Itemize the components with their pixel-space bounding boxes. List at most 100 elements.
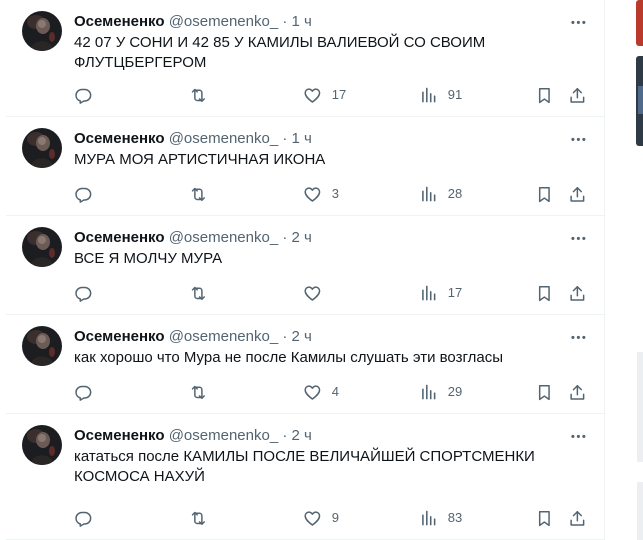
retweet-icon [189,509,208,528]
author-name[interactable]: Осемененко [74,13,165,30]
views-icon [419,185,438,204]
tweet-actions: 9 83 [74,508,594,528]
reply-button[interactable] [74,85,103,105]
timestamp[interactable]: 1 ч [292,130,312,147]
more-icon[interactable] [568,129,588,149]
like-button[interactable]: 4 [303,382,339,402]
bookmark-icon [535,383,554,402]
share-button[interactable] [568,508,587,528]
tweet-header: Осемененко @osemenenko_ · 1 ч [74,129,312,149]
retweet-icon [189,86,208,105]
author-name[interactable]: Осемененко [74,328,165,345]
share-icon [568,86,587,105]
views-button[interactable]: 91 [419,85,462,105]
bookmark-button[interactable] [535,184,554,204]
like-button[interactable]: 3 [303,184,339,204]
share-button[interactable] [568,184,587,204]
like-button[interactable]: 9 [303,508,339,528]
separator-dot: · [282,130,288,147]
tweet[interactable]: Осемененко @osemenenko_ · 2 ч как хорошо… [6,315,604,414]
tweet-actions: 4 29 [74,382,594,402]
avatar[interactable] [22,326,62,366]
sidebar-image[interactable] [636,0,643,46]
view-count: 91 [447,87,463,102]
author-name[interactable]: Осемененко [74,229,165,246]
more-icon[interactable] [568,12,588,32]
share-icon [568,185,587,204]
separator-dot: · [282,229,288,246]
views-button[interactable]: 29 [419,382,462,402]
tweet-text: как хорошо что Мура не после Камилы слуш… [74,349,503,366]
share-icon [568,284,587,303]
tweet-header: Осемененко @osemenenko_ · 2 ч [74,327,312,347]
share-button[interactable] [568,283,587,303]
retweet-button[interactable] [189,382,218,402]
retweet-icon [189,383,208,402]
like-button[interactable]: 17 [303,85,346,105]
author-handle[interactable]: @osemenenko_ [169,229,278,246]
retweet-button[interactable] [189,184,218,204]
sidebar-image[interactable] [636,56,643,146]
tweet-header: Осемененко @osemenenko_ · 1 ч [74,12,312,32]
views-button[interactable]: 83 [419,508,462,528]
retweet-icon [189,185,208,204]
view-count: 29 [447,384,463,399]
reply-icon [74,509,93,528]
heart-icon [303,509,322,528]
author-handle[interactable]: @osemenenko_ [169,13,278,30]
tweet-header: Осемененко @osemenenko_ · 2 ч [74,228,312,248]
bookmark-icon [535,284,554,303]
author-name[interactable]: Осемененко [74,130,165,147]
tweet[interactable]: Осемененко @osemenenko_ · 2 ч кататься п… [6,414,604,540]
author-handle[interactable]: @osemenenko_ [169,130,278,147]
retweet-button[interactable] [189,508,218,528]
tweet[interactable]: Осемененко @osemenenko_ · 2 ч ВСЕ Я МОЛЧ… [6,216,604,315]
views-button[interactable]: 28 [419,184,462,204]
separator-dot: · [282,427,288,444]
timestamp[interactable]: 2 ч [292,328,312,345]
reply-button[interactable] [74,184,103,204]
more-icon[interactable] [568,228,588,248]
tweet-text: кататься после КАМИЛЫ ПОСЛЕ ВЕЛИЧАЙШЕЙ С… [74,448,540,485]
timestamp[interactable]: 2 ч [292,427,312,444]
like-count: 3 [331,186,339,201]
avatar[interactable] [22,128,62,168]
tweet-text: 42 07 У СОНИ И 42 85 У КАМИЛЫ ВАЛИЕВОЙ С… [74,34,490,71]
more-icon[interactable] [568,327,588,347]
bookmark-icon [535,509,554,528]
like-count: 17 [331,87,347,102]
bookmark-button[interactable] [535,382,554,402]
view-count: 28 [447,186,463,201]
views-button[interactable]: 17 [419,283,462,303]
bookmark-icon [535,185,554,204]
separator-dot: · [282,328,288,345]
retweet-button[interactable] [189,85,218,105]
author-handle[interactable]: @osemenenko_ [169,427,278,444]
share-button[interactable] [568,85,587,105]
bookmark-button[interactable] [535,85,554,105]
bookmark-button[interactable] [535,283,554,303]
author-handle[interactable]: @osemenenko_ [169,328,278,345]
like-count: 4 [331,384,339,399]
share-button[interactable] [568,382,587,402]
retweet-button[interactable] [189,283,218,303]
views-icon [419,383,438,402]
avatar[interactable] [22,11,62,51]
tweet-text: МУРА МОЯ АРТИСТИЧНАЯ ИКОНА [74,151,326,168]
like-button[interactable] [303,283,332,303]
tweet[interactable]: Осемененко @osemenenko_ · 1 ч 42 07 У СО… [6,0,604,117]
more-icon[interactable] [568,426,588,446]
tweet-actions: 17 91 [74,85,594,105]
tweet[interactable]: Осемененко @osemenenko_ · 1 ч МУРА МОЯ А… [6,117,604,216]
reply-button[interactable] [74,283,103,303]
timestamp[interactable]: 2 ч [292,229,312,246]
reply-button[interactable] [74,382,103,402]
timestamp[interactable]: 1 ч [292,13,312,30]
share-icon [568,383,587,402]
reply-button[interactable] [74,508,103,528]
bookmark-button[interactable] [535,508,554,528]
avatar[interactable] [22,425,62,465]
avatar[interactable] [22,227,62,267]
author-name[interactable]: Осемененко [74,427,165,444]
like-count: 9 [331,510,339,525]
